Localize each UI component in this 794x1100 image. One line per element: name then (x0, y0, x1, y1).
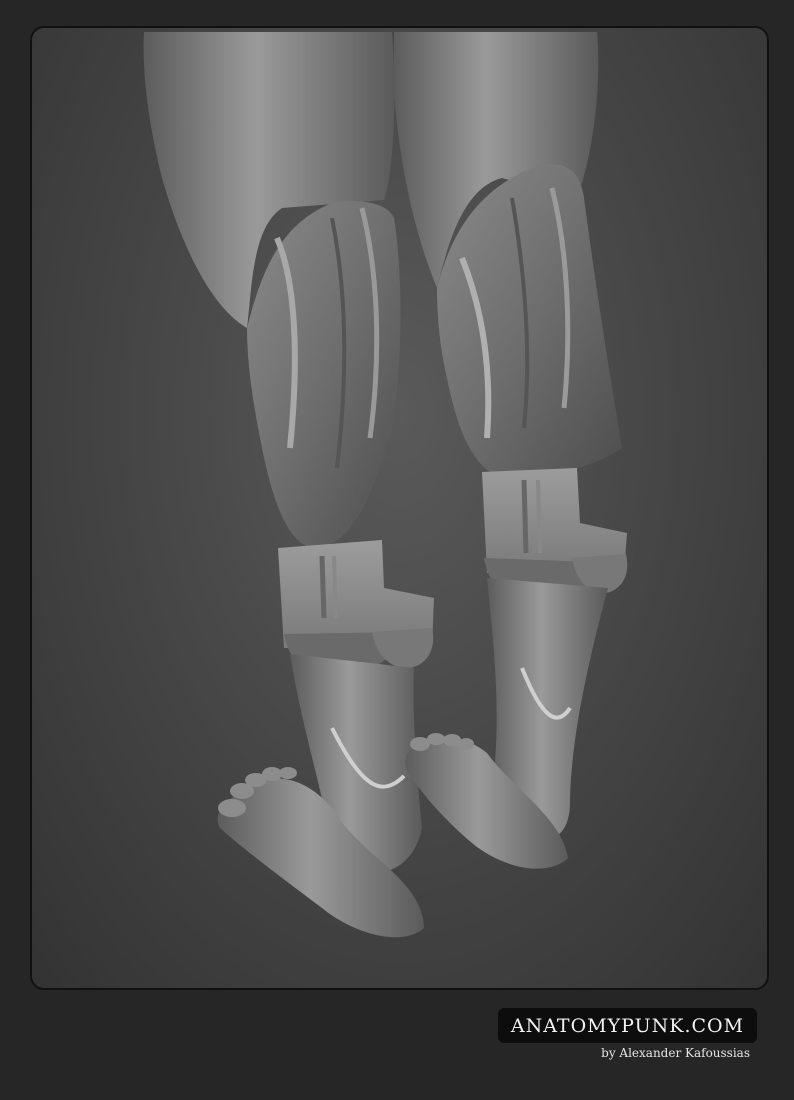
poster-page: ANATOMYPUNK.COM by Alexander Kafoussias (0, 0, 794, 1100)
right-leg (394, 32, 628, 869)
anatomy-render-panel (30, 26, 769, 990)
left-leg (143, 32, 434, 938)
brand-logo-box: ANATOMYPUNK.COM (498, 1008, 757, 1043)
legs-anatomy-illustration (143, 32, 628, 938)
author-byline: by Alexander Kafoussias (601, 1046, 750, 1060)
site-name: ANATOMYPUNK.COM (510, 1014, 745, 1037)
